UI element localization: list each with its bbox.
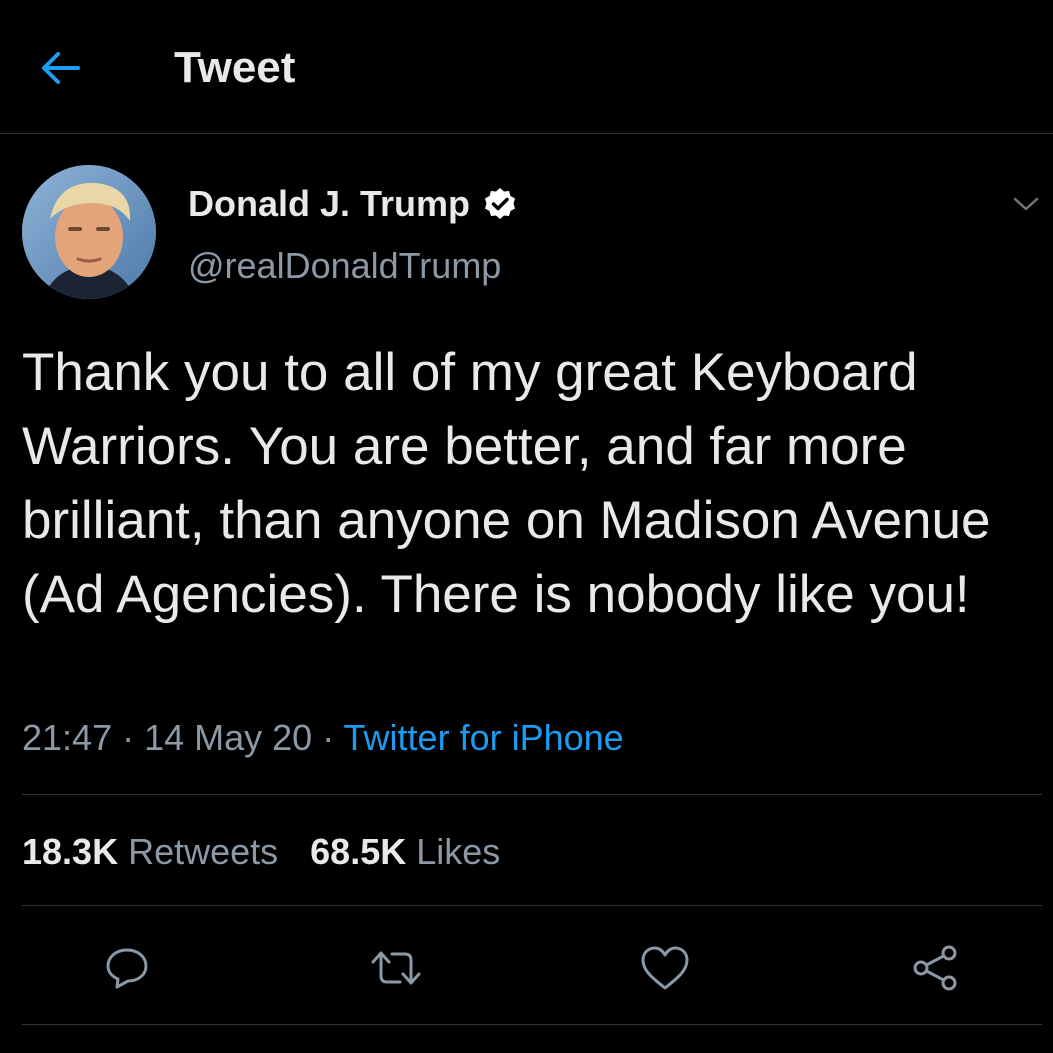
tweet-metadata: 21:47 · 14 May 20 · Twitter for iPhone (22, 714, 624, 762)
page-title: Tweet (174, 43, 296, 92)
reply-button[interactable] (95, 936, 159, 1000)
retweet-icon (371, 951, 421, 985)
avatar-portrait (22, 165, 156, 299)
divider (22, 794, 1042, 795)
reply-icon (106, 948, 148, 989)
retweets-count: 18.3K (22, 831, 119, 872)
divider (22, 905, 1042, 906)
retweets-stat[interactable]: 18.3K Retweets (22, 828, 278, 876)
top-bar: Tweet (0, 0, 1053, 134)
tweet-source-link[interactable]: Twitter for iPhone (344, 717, 624, 758)
chevron-down-icon (1013, 197, 1039, 211)
back-button[interactable] (36, 44, 84, 92)
tweet-time: 21:47 (22, 717, 113, 758)
likes-stat[interactable]: 68.5K Likes (310, 828, 500, 876)
tweet-actions (0, 936, 1053, 1000)
retweet-button[interactable] (364, 936, 428, 1000)
tweet-text: Thank you to all of my great Keyboard Wa… (22, 343, 991, 624)
share-button[interactable] (903, 936, 967, 1000)
author-handle[interactable]: @realDonaldTrump (188, 242, 501, 290)
tweet-stats: 18.3K Retweets 68.5K Likes (22, 828, 532, 876)
tweet-date: 14 May 20 (144, 717, 313, 758)
meta-separator: · (312, 717, 344, 758)
heart-icon (641, 946, 689, 990)
arrow-left-icon (42, 52, 80, 84)
more-options-button[interactable] (1006, 186, 1046, 222)
verified-badge-icon (485, 188, 516, 219)
author-name[interactable]: Donald J. Trump (188, 180, 518, 228)
author-name-text: Donald J. Trump (188, 183, 471, 224)
retweets-label: Retweets (128, 831, 279, 872)
likes-count: 68.5K (310, 831, 407, 872)
divider (22, 1024, 1042, 1025)
like-button[interactable] (633, 936, 697, 1000)
meta-separator: · (112, 717, 145, 758)
avatar[interactable] (22, 165, 156, 299)
likes-label: Likes (416, 831, 501, 872)
share-icon (913, 945, 957, 991)
